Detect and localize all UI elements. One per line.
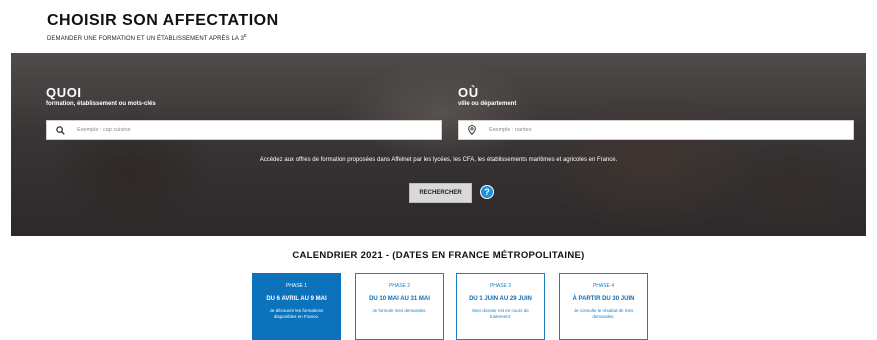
search-button[interactable]: RECHERCHER <box>409 183 472 203</box>
where-search-input[interactable] <box>489 127 829 133</box>
phase-dates: DU 6 AVRIL AU 9 MAI <box>266 296 327 302</box>
phase-description: Je consulte le résultat de mes demandes. <box>573 308 634 319</box>
phase-card-3[interactable]: PHASE 3 DU 1 JUIN AU 29 JUIN Mon dossier… <box>456 273 545 340</box>
page-title: CHOISIR SON AFFECTATION <box>47 12 279 29</box>
what-subtitle: formation, établissement ou mots-clés <box>46 101 156 107</box>
phase-card-4[interactable]: PHASE 4 À PARTIR DU 30 JUIN Je consulte … <box>559 273 648 340</box>
search-info-text: Accédez aux offres de formation proposée… <box>259 157 618 163</box>
phase-card-1[interactable]: PHASE 1 DU 6 AVRIL AU 9 MAI Je découvre … <box>252 273 341 340</box>
phase-name: PHASE 4 <box>592 283 615 289</box>
phase-description: Je découvre les formations disponibles e… <box>269 308 324 319</box>
phase-dates: DU 1 JUIN AU 29 JUIN <box>469 296 532 302</box>
phase-dates: À PARTIR DU 30 JUIN <box>572 296 635 302</box>
what-label-group: QUOI formation, établissement ou mots-cl… <box>46 85 156 108</box>
where-label-group: OÙ ville ou département <box>458 85 517 108</box>
what-title: QUOI <box>46 85 82 100</box>
hero-background-photo <box>11 53 866 236</box>
what-search-field[interactable] <box>46 120 442 140</box>
phase-description: Je formule mes demandes. <box>372 308 427 313</box>
help-icon[interactable]: ? <box>480 185 494 199</box>
calendar-title: CALENDRIER 2021 - (DATES EN FRANCE MÉTRO… <box>292 250 585 261</box>
page-subtitle-superscript: E <box>243 33 248 38</box>
phase-name: PHASE 3 <box>489 283 512 289</box>
page-subtitle-text: DEMANDER UNE FORMATION ET UN ÉTABLISSEME… <box>47 36 244 42</box>
where-search-field[interactable] <box>458 120 854 140</box>
what-search-input[interactable] <box>77 127 417 133</box>
phase-name: PHASE 1 <box>285 283 308 289</box>
search-hero: QUOI formation, établissement ou mots-cl… <box>11 53 866 236</box>
search-icon <box>47 125 73 135</box>
where-title: OÙ <box>458 85 479 100</box>
phase-description: Mon dossier est en cours de traitement. <box>472 308 529 319</box>
page-header: CHOISIR SON AFFECTATION DEMANDER UNE FOR… <box>47 12 279 42</box>
where-subtitle: ville ou département <box>458 101 517 107</box>
phase-name: PHASE 2 <box>388 283 411 289</box>
phase-dates: DU 10 MAI AU 31 MAI <box>369 296 430 302</box>
page-subtitle: DEMANDER UNE FORMATION ET UN ÉTABLISSEME… <box>47 33 279 42</box>
location-pin-icon <box>459 125 485 135</box>
phase-card-2[interactable]: PHASE 2 DU 10 MAI AU 31 MAI Je formule m… <box>355 273 444 340</box>
